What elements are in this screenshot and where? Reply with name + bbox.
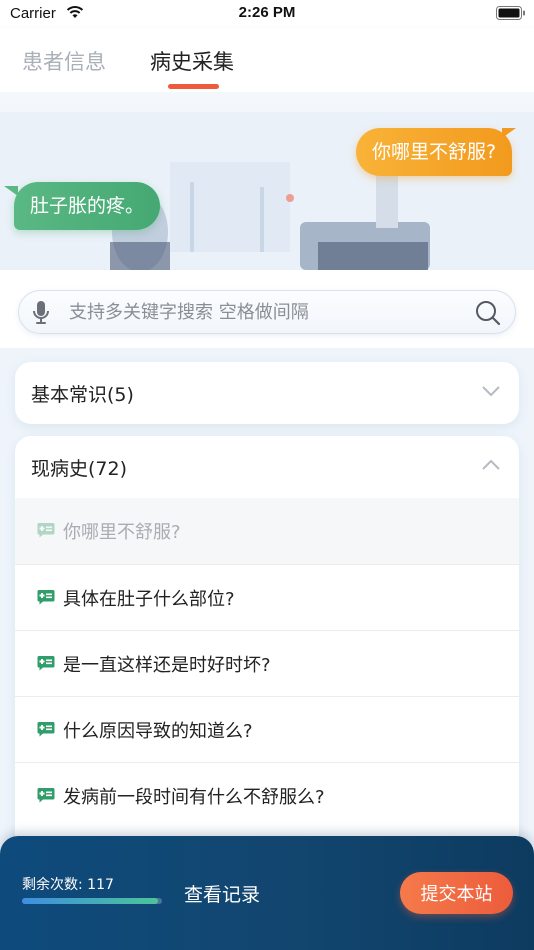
section-basic-knowledge: 基本常识(5) — [15, 362, 519, 424]
microphone-icon[interactable] — [33, 301, 49, 325]
section-title: 基本常识(5) — [31, 384, 134, 406]
tab-bar: 患者信息 病史采集 — [0, 28, 534, 92]
question-text: 什么原因导致的知道么? — [63, 721, 253, 742]
battery-icon — [496, 6, 525, 20]
doctor-speech-bubble: 你哪里不舒服? — [356, 128, 517, 176]
search-input[interactable] — [69, 291, 469, 333]
chevron-down-icon — [482, 386, 500, 397]
remaining-progress-fill — [22, 898, 158, 904]
remaining-progress-bar — [22, 898, 162, 904]
question-text: 发病前一段时间有什么不舒服么? — [63, 787, 325, 808]
question-chat-icon — [37, 590, 55, 605]
question-item[interactable]: 什么原因导致的知道么? — [15, 696, 519, 762]
search-bar — [18, 290, 516, 334]
consultation-banner: 你哪里不舒服? 肚子胀的疼。 — [0, 92, 534, 270]
question-chat-icon — [37, 523, 55, 538]
search-icon[interactable] — [475, 300, 501, 326]
section-title: 现病史(72) — [31, 458, 128, 480]
chevron-up-icon — [482, 459, 500, 470]
section-present-illness: 现病史(72) 你哪里不舒服? 具体在肚子什么部位? 是一直这样还是时好时坏? … — [15, 436, 519, 856]
question-chat-icon — [37, 788, 55, 803]
question-text: 是一直这样还是时好时坏? — [63, 655, 271, 676]
clock: 2:26 PM — [238, 4, 296, 21]
question-chat-icon — [37, 656, 55, 671]
patient-speech-bubble: 肚子胀的疼。 — [3, 182, 161, 230]
search-section — [0, 270, 534, 348]
question-item[interactable]: 你哪里不舒服? — [15, 498, 519, 564]
tab-history-collection[interactable]: 病史采集 — [150, 46, 234, 76]
status-bar: Carrier 2:26 PM — [0, 0, 534, 28]
submit-button[interactable]: 提交本站 — [400, 872, 513, 914]
tab-patient-info[interactable]: 患者信息 — [22, 46, 106, 76]
active-tab-indicator — [168, 84, 219, 89]
question-chat-icon — [37, 722, 55, 737]
section-header-basic-knowledge[interactable]: 基本常识(5) — [15, 362, 519, 424]
question-item[interactable]: 是一直这样还是时好时坏? — [15, 630, 519, 696]
question-list: 你哪里不舒服? 具体在肚子什么部位? 是一直这样还是时好时坏? 什么原因导致的知… — [15, 498, 519, 828]
question-text: 你哪里不舒服? — [63, 522, 181, 543]
question-item[interactable]: 具体在肚子什么部位? — [15, 564, 519, 630]
bottom-action-bar: 剩余次数: 117 查看记录 提交本站 — [0, 836, 534, 950]
consultation-illustration — [0, 112, 534, 270]
section-header-present-illness[interactable]: 现病史(72) — [15, 436, 519, 498]
question-text: 具体在肚子什么部位? — [63, 589, 235, 610]
remaining-count-label: 剩余次数: 117 — [22, 877, 114, 893]
question-item[interactable]: 发病前一段时间有什么不舒服么? — [15, 762, 519, 828]
view-history-link[interactable]: 查看记录 — [184, 880, 260, 907]
